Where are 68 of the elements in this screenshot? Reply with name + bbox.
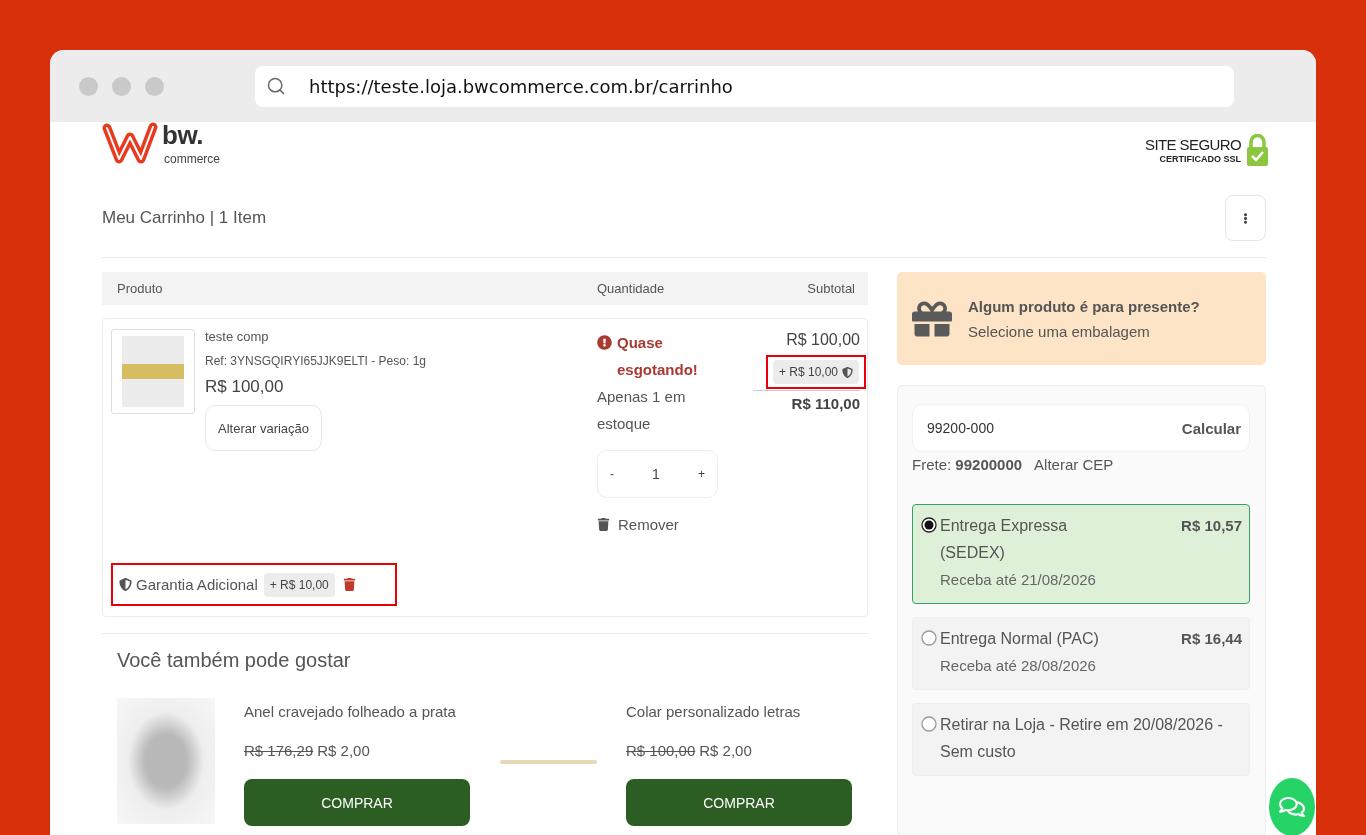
radio-icon[interactable] [921,517,937,533]
option-price: R$ 16,44 [1181,629,1242,649]
radio-icon[interactable] [921,630,937,646]
option-title: Entrega Normal (PAC) [940,629,1100,649]
stock-warning-text: Quase esgotando! [617,333,699,380]
option-eta: Receba até 28/08/2026 [940,656,1097,676]
shipping-option[interactable]: Entrega Normal (PAC) Receba até 28/08/2026 R$ 16,44 [912,617,1250,690]
delete-button[interactable] [342,578,356,591]
quantity-value: 1 [652,466,660,482]
cep-field[interactable]: 99200-000 Calcular [912,404,1250,452]
shield-icon [119,578,132,591]
buy-button[interactable]: COMPRAR [244,779,470,826]
address-bar[interactable]: https://teste.loja.bwcommerce.com.br/carrinho [255,65,1234,107]
product-name: teste comp [205,329,269,345]
gift-title: Algum produto é para presente? [968,297,1200,315]
section-title: Você também pode gostar [117,648,352,672]
shield-icon [842,366,853,378]
shipping-option[interactable]: Retirar na Loja - Retire em 20/08/2026 - Sem custo [912,703,1250,776]
quantity-stepper[interactable]: - 1 + [597,450,718,498]
window-control-dot[interactable] [112,76,131,96]
product-ref: Ref: 3YNSGQIRYI65JJK9ELTI - Peso: 1g [205,353,426,369]
seal-title: SITE SEGURO [1145,135,1241,153]
column-header: Subtotal [807,281,855,296]
product-name: Anel cravejado folheado a prata [244,703,457,721]
addon-price: + R$ 10,00 [778,365,838,379]
decrease-button[interactable]: - [606,467,618,481]
gift-banner[interactable]: Algum produto é para presente? Selecione uma embalagem [897,272,1266,365]
option-eta: Receba até 21/08/2026 [940,570,1097,590]
option-title: Entrega Expressa (SEDEX) [940,516,1069,563]
gift-subtitle: Selecione uma embalagem [968,322,1151,340]
warranty-price-badge: + R$ 10,00 [263,572,335,597]
product-price: R$ 2,00 [317,741,370,761]
change-variation-button[interactable]: Alterar variação [205,405,323,451]
logo-icon [102,122,158,165]
product-name: Colar personalizado letras [626,703,802,721]
remove-button[interactable]: Remover [597,516,679,533]
search-icon [266,76,286,96]
more-options-button[interactable] [1225,195,1266,241]
trash-icon [597,518,610,531]
warranty-label: Garantia Adicional [136,576,258,593]
stock-note: Apenas 1 em estoque [597,387,687,434]
option-title: Retirar na Loja - Retire em 20/08/2026 - Sem custo [940,715,1224,762]
increase-button[interactable]: + [694,467,709,481]
alert-icon [597,335,612,350]
option-price: R$ 10,57 [1181,516,1242,536]
window-control-dot[interactable] [145,76,164,96]
subtotal-price: R$ 100,00 [786,330,860,350]
old-price: R$ 176,29 [244,741,314,761]
column-header: Produto [117,281,164,296]
window-control-dot[interactable] [79,76,98,96]
product-price: R$ 100,00 [205,376,284,398]
shipping-option[interactable]: Entrega Expressa (SEDEX) Receba até 21/08/2026 R$ 10,57 [912,504,1250,604]
logo-wordmark: bw. [162,122,204,148]
product-price: R$ 2,00 [699,741,752,761]
column-header: Quantidade [597,281,666,296]
lock-icon [1247,134,1268,166]
logo-tagline: commerce [164,152,220,166]
old-price: R$ 100,00 [626,741,696,761]
calculate-button[interactable]: Calcular [1181,419,1241,437]
buy-button[interactable]: COMPRAR [626,779,852,826]
chat-icon [1279,794,1305,820]
freight-info: Frete: 99200000 [912,456,1023,474]
change-cep-link[interactable]: Alterar CEP [1034,456,1114,474]
total-price: R$ 110,00 [791,394,860,414]
seal-subtitle: CERTIFICADO SSL [1159,152,1241,165]
trash-icon [342,578,356,591]
page-title: Meu Carrinho | 1 Item [102,208,267,228]
radio-icon[interactable] [921,716,937,732]
